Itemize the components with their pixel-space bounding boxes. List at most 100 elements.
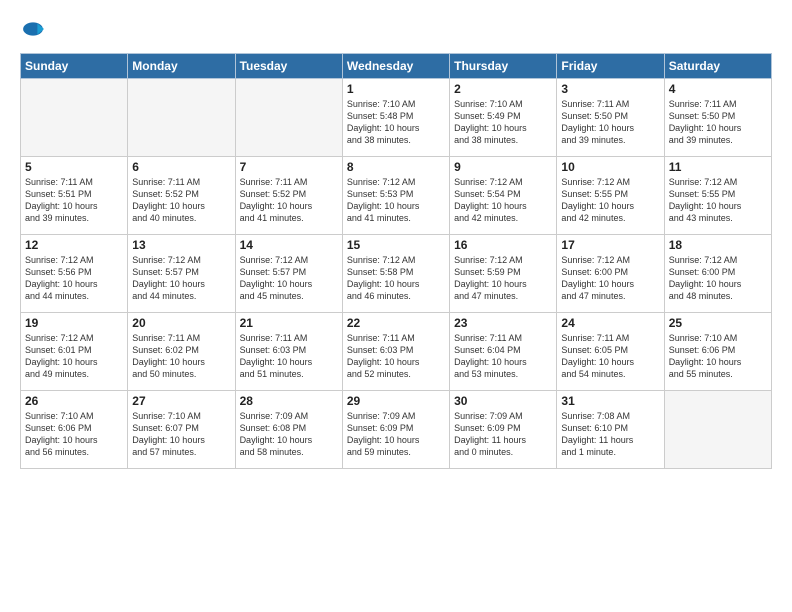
calendar-cell: 23Sunrise: 7:11 AMSunset: 6:04 PMDayligh… [450,313,557,391]
calendar-cell: 20 Sunrise: 7:11 AMSunset: 6:02 PMDayligh… [128,313,235,391]
cell-content: Sunrise: 7:11 AMSunset: 5:50 PMDaylight:… [669,98,767,147]
cell-content: Sunrise: 7:10 AMSunset: 5:48 PMDaylight:… [347,98,445,147]
calendar-week-row: 1 Sunrise: 7:10 AMSunset: 5:48 PMDaylight… [21,79,772,157]
header [20,18,772,45]
calendar-cell: 1 Sunrise: 7:10 AMSunset: 5:48 PMDaylight… [342,79,449,157]
day-number: 30 [454,394,552,408]
cell-content: Sunrise: 7:11 AMSunset: 6:04 PMDaylight:… [454,332,552,381]
day-number: 5 [25,160,123,174]
day-number: 31 [561,394,659,408]
calendar-cell: 24Sunrise: 7:11 AMSunset: 6:05 PMDayligh… [557,313,664,391]
cell-content: Sunrise: 7:12 AMSunset: 5:59 PMDaylight:… [454,254,552,303]
day-number: 15 [347,238,445,252]
day-number: 4 [669,82,767,96]
logo [20,18,44,45]
day-number: 8 [347,160,445,174]
cell-content: Sunrise: 7:08 AMSunset: 6:10 PMDaylight:… [561,410,659,459]
calendar-cell: 18 Sunrise: 7:12 AMSunset: 6:00 PMDayligh… [664,235,771,313]
cell-content: Sunrise: 7:10 AMSunset: 5:49 PMDaylight:… [454,98,552,147]
calendar-cell: 22 Sunrise: 7:11 AMSunset: 6:03 PMDayligh… [342,313,449,391]
calendar-cell: 30 Sunrise: 7:09 AMSunset: 6:09 PMDayligh… [450,391,557,469]
calendar-cell: 29 Sunrise: 7:09 AMSunset: 6:09 PMDayligh… [342,391,449,469]
day-number: 26 [25,394,123,408]
day-number: 12 [25,238,123,252]
day-number: 19 [25,316,123,330]
calendar-week-row: 26 Sunrise: 7:10 AMSunset: 6:06 PMDayligh… [21,391,772,469]
calendar-cell: 6Sunrise: 7:11 AMSunset: 5:52 PMDaylight… [128,157,235,235]
cell-content: Sunrise: 7:11 AMSunset: 6:03 PMDaylight:… [347,332,445,381]
day-number: 16 [454,238,552,252]
day-number: 25 [669,316,767,330]
calendar-cell: 31 Sunrise: 7:08 AMSunset: 6:10 PMDayligh… [557,391,664,469]
calendar-cell [235,79,342,157]
calendar-cell: 26 Sunrise: 7:10 AMSunset: 6:06 PMDayligh… [21,391,128,469]
cell-content: Sunrise: 7:09 AMSunset: 6:09 PMDaylight:… [347,410,445,459]
weekday-header: Friday [557,54,664,79]
cell-content: Sunrise: 7:12 AMSunset: 5:55 PMDaylight:… [669,176,767,225]
calendar-cell: 5 Sunrise: 7:11 AMSunset: 5:51 PMDaylight… [21,157,128,235]
calendar-cell [664,391,771,469]
day-number: 1 [347,82,445,96]
cell-content: Sunrise: 7:11 AMSunset: 5:51 PMDaylight:… [25,176,123,225]
calendar-cell: 14Sunrise: 7:12 AMSunset: 5:57 PMDayligh… [235,235,342,313]
page-container: SundayMondayTuesdayWednesdayThursdayFrid… [0,0,792,479]
day-number: 6 [132,160,230,174]
day-number: 10 [561,160,659,174]
calendar-cell: 16 Sunrise: 7:12 AMSunset: 5:59 PMDayligh… [450,235,557,313]
weekday-header: Wednesday [342,54,449,79]
cell-content: Sunrise: 7:11 AMSunset: 5:52 PMDaylight:… [240,176,338,225]
calendar-cell: 2 Sunrise: 7:10 AMSunset: 5:49 PMDaylight… [450,79,557,157]
calendar-cell: 27Sunrise: 7:10 AMSunset: 6:07 PMDayligh… [128,391,235,469]
calendar-cell: 7 Sunrise: 7:11 AMSunset: 5:52 PMDaylight… [235,157,342,235]
day-number: 7 [240,160,338,174]
day-number: 11 [669,160,767,174]
weekday-header: Thursday [450,54,557,79]
calendar-cell: 9Sunrise: 7:12 AMSunset: 5:54 PMDaylight… [450,157,557,235]
weekday-header: Saturday [664,54,771,79]
calendar-cell [128,79,235,157]
day-number: 13 [132,238,230,252]
day-number: 18 [669,238,767,252]
calendar-cell: 25 Sunrise: 7:10 AMSunset: 6:06 PMDayligh… [664,313,771,391]
calendar-cell [21,79,128,157]
day-number: 20 [132,316,230,330]
logo-icon [22,18,44,40]
calendar-cell: 17 Sunrise: 7:12 AMSunset: 6:00 PMDayligh… [557,235,664,313]
calendar-cell: 28 Sunrise: 7:09 AMSunset: 6:08 PMDayligh… [235,391,342,469]
cell-content: Sunrise: 7:12 AMSunset: 5:55 PMDaylight:… [561,176,659,225]
cell-content: Sunrise: 7:10 AMSunset: 6:07 PMDaylight:… [132,410,230,459]
calendar-week-row: 19 Sunrise: 7:12 AMSunset: 6:01 PMDayligh… [21,313,772,391]
cell-content: Sunrise: 7:11 AMSunset: 6:05 PMDaylight:… [561,332,659,381]
day-number: 3 [561,82,659,96]
day-number: 2 [454,82,552,96]
cell-content: Sunrise: 7:10 AMSunset: 6:06 PMDaylight:… [25,410,123,459]
calendar-cell: 12 Sunrise: 7:12 AMSunset: 5:56 PMDayligh… [21,235,128,313]
cell-content: Sunrise: 7:12 AMSunset: 5:58 PMDaylight:… [347,254,445,303]
calendar-cell: 8Sunrise: 7:12 AMSunset: 5:53 PMDaylight… [342,157,449,235]
weekday-header: Tuesday [235,54,342,79]
day-number: 29 [347,394,445,408]
weekday-header: Sunday [21,54,128,79]
cell-content: Sunrise: 7:12 AMSunset: 5:54 PMDaylight:… [454,176,552,225]
day-number: 22 [347,316,445,330]
cell-content: Sunrise: 7:12 AMSunset: 5:57 PMDaylight:… [132,254,230,303]
cell-content: Sunrise: 7:11 AMSunset: 6:02 PMDaylight:… [132,332,230,381]
cell-content: Sunrise: 7:12 AMSunset: 6:01 PMDaylight:… [25,332,123,381]
calendar-cell: 21 Sunrise: 7:11 AMSunset: 6:03 PMDayligh… [235,313,342,391]
calendar-week-row: 12 Sunrise: 7:12 AMSunset: 5:56 PMDayligh… [21,235,772,313]
cell-content: Sunrise: 7:12 AMSunset: 6:00 PMDaylight:… [561,254,659,303]
cell-content: Sunrise: 7:11 AMSunset: 5:50 PMDaylight:… [561,98,659,147]
calendar-table: SundayMondayTuesdayWednesdayThursdayFrid… [20,53,772,469]
cell-content: Sunrise: 7:11 AMSunset: 6:03 PMDaylight:… [240,332,338,381]
day-number: 28 [240,394,338,408]
calendar-cell: 13 Sunrise: 7:12 AMSunset: 5:57 PMDayligh… [128,235,235,313]
cell-content: Sunrise: 7:09 AMSunset: 6:08 PMDaylight:… [240,410,338,459]
day-number: 21 [240,316,338,330]
cell-content: Sunrise: 7:09 AMSunset: 6:09 PMDaylight:… [454,410,552,459]
weekday-header: Monday [128,54,235,79]
cell-content: Sunrise: 7:10 AMSunset: 6:06 PMDaylight:… [669,332,767,381]
cell-content: Sunrise: 7:12 AMSunset: 6:00 PMDaylight:… [669,254,767,303]
calendar-cell: 11 Sunrise: 7:12 AMSunset: 5:55 PMDayligh… [664,157,771,235]
day-number: 17 [561,238,659,252]
cell-content: Sunrise: 7:12 AMSunset: 5:56 PMDaylight:… [25,254,123,303]
